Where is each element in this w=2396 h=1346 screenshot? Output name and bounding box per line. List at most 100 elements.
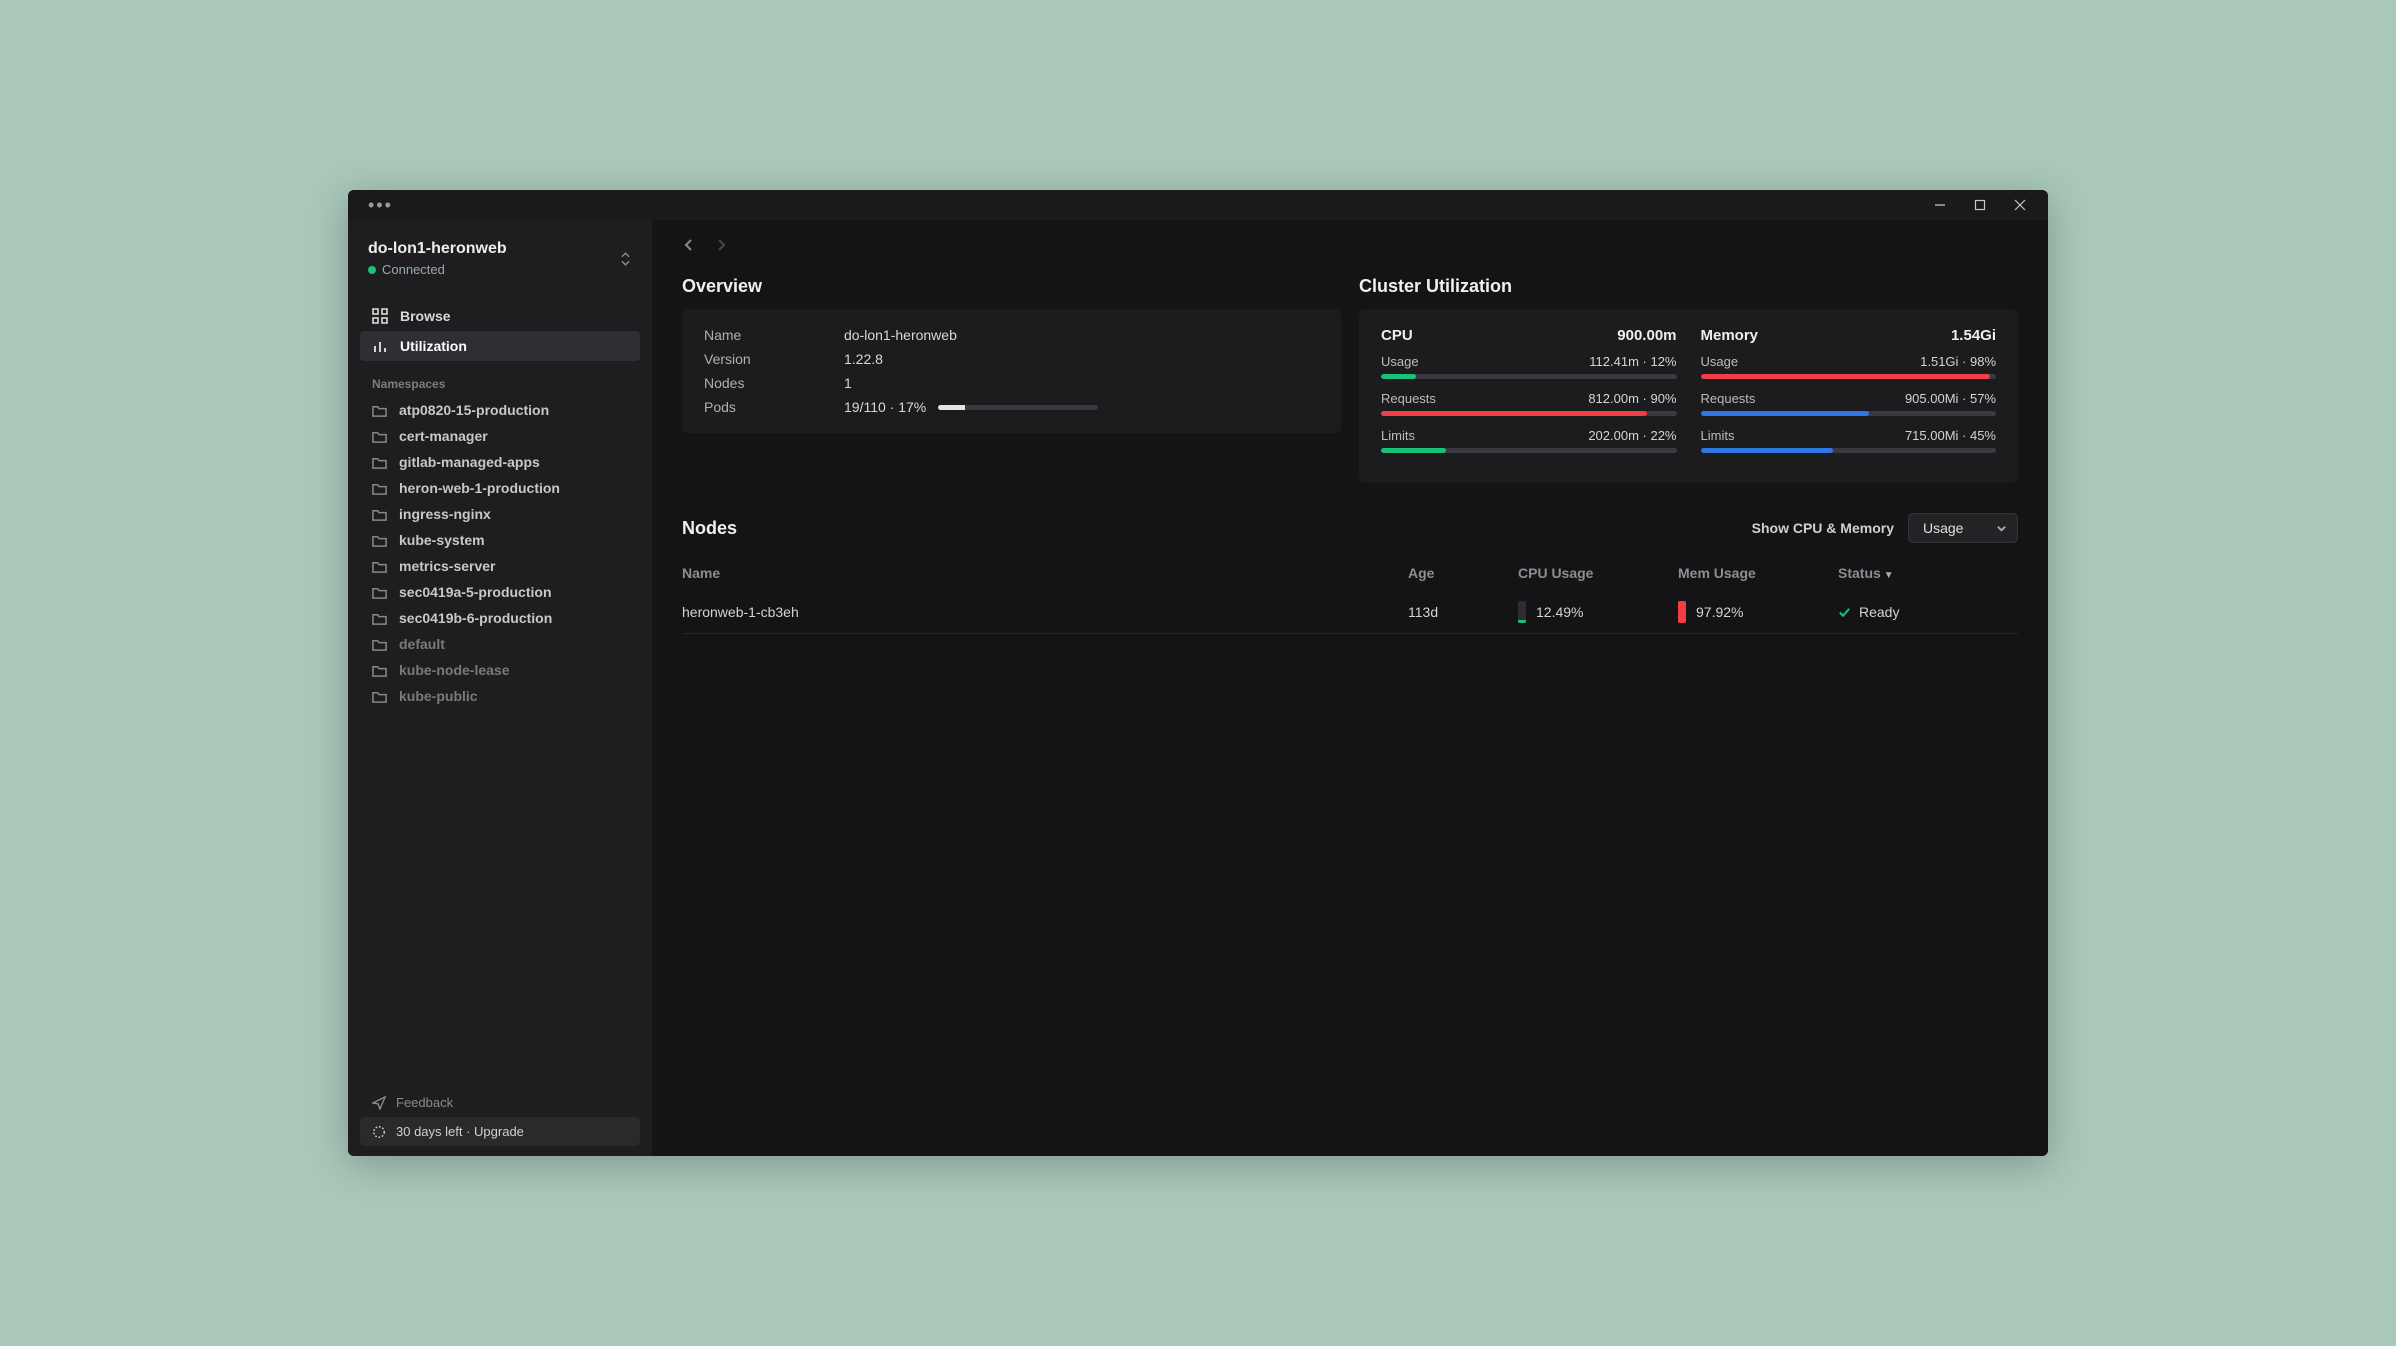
folder-icon bbox=[372, 481, 387, 496]
grid-icon bbox=[372, 308, 388, 324]
usage-dropdown[interactable]: Usage bbox=[1908, 513, 2018, 543]
nodes-header: Nodes Show CPU & Memory Usage bbox=[682, 513, 2018, 543]
cluster-utilization-panel: Cluster Utilization CPU 900.00m Usa bbox=[1359, 276, 2018, 483]
sparkle-icon bbox=[372, 1125, 386, 1139]
cluster-util-title: Cluster Utilization bbox=[1359, 276, 2018, 297]
folder-icon bbox=[372, 585, 387, 600]
sidebar: do-lon1-heronweb Connected bbox=[348, 220, 652, 1156]
memory-total: 1.54Gi bbox=[1951, 327, 1996, 344]
namespace-item[interactable]: kube-system bbox=[360, 527, 640, 553]
namespace-label: atp0820-15-production bbox=[399, 402, 549, 418]
chevron-updown-icon bbox=[618, 250, 632, 268]
nav-back-button[interactable] bbox=[682, 238, 696, 252]
cluster-status: Connected bbox=[368, 262, 507, 277]
namespace-item[interactable]: sec0419b-6-production bbox=[360, 605, 640, 631]
memory-column: Memory 1.54Gi Usage 1.51Gi · 98% bbox=[1701, 327, 1997, 465]
status-dot-icon bbox=[368, 266, 376, 274]
close-icon bbox=[2014, 199, 2026, 211]
show-cpu-mem-label: Show CPU & Memory bbox=[1752, 520, 1894, 536]
namespace-list: atp0820-15-production cert-manager gitla… bbox=[360, 397, 640, 709]
col-status[interactable]: Status▼ bbox=[1838, 565, 2018, 581]
check-icon bbox=[1838, 606, 1851, 619]
namespace-label: ingress-nginx bbox=[399, 506, 491, 522]
namespace-label: heron-web-1-production bbox=[399, 480, 560, 496]
paper-plane-icon bbox=[372, 1096, 386, 1110]
folder-icon bbox=[372, 455, 387, 470]
folder-icon bbox=[372, 689, 387, 704]
namespace-label: metrics-server bbox=[399, 558, 496, 574]
cluster-name: do-lon1-heronweb bbox=[368, 240, 507, 258]
folder-icon bbox=[372, 507, 387, 522]
window-maximize-button[interactable] bbox=[1960, 190, 2000, 220]
overview-version-value: 1.22.8 bbox=[844, 351, 1319, 367]
bar-chart-icon bbox=[372, 338, 388, 354]
folder-icon bbox=[372, 429, 387, 444]
folder-icon bbox=[372, 533, 387, 548]
sidebar-item-utilization[interactable]: Utilization bbox=[360, 331, 640, 361]
namespace-item[interactable]: sec0419a-5-production bbox=[360, 579, 640, 605]
minimize-icon bbox=[1934, 199, 1946, 211]
cluster-switcher[interactable]: do-lon1-heronweb Connected bbox=[360, 232, 640, 291]
overview-nodes-value: 1 bbox=[844, 375, 1319, 391]
namespace-item[interactable]: atp0820-15-production bbox=[360, 397, 640, 423]
chevron-down-icon bbox=[1996, 523, 2007, 534]
folder-icon bbox=[372, 663, 387, 678]
namespace-label: kube-node-lease bbox=[399, 662, 509, 678]
nodes-table-body: heronweb-1-cb3eh 113d 12.49% 97.92% Read… bbox=[682, 591, 2018, 634]
namespaces-label: Namespaces bbox=[360, 361, 640, 397]
mem-requests-row: Requests 905.00Mi · 57% bbox=[1701, 391, 1997, 416]
feedback-link[interactable]: Feedback bbox=[360, 1088, 640, 1117]
col-name[interactable]: Name bbox=[682, 565, 1398, 581]
cpu-limits-row: Limits 202.00m · 22% bbox=[1381, 428, 1677, 453]
app-window: ••• do-lon1-heronweb Connected bbox=[348, 190, 2048, 1156]
node-name: heronweb-1-cb3eh bbox=[682, 604, 1398, 620]
col-age[interactable]: Age bbox=[1408, 565, 1508, 581]
window-close-button[interactable] bbox=[2000, 190, 2040, 220]
pods-progress-bar bbox=[938, 405, 1098, 410]
maximize-icon bbox=[1974, 199, 1986, 211]
namespace-item[interactable]: kube-node-lease bbox=[360, 657, 640, 683]
mem-usage-row: Usage 1.51Gi · 98% bbox=[1701, 354, 1997, 379]
cpu-column: CPU 900.00m Usage 112.41m · 12% bbox=[1381, 327, 1677, 465]
sidebar-item-browse[interactable]: Browse bbox=[360, 301, 640, 331]
mem-limits-row: Limits 715.00Mi · 45% bbox=[1701, 428, 1997, 453]
sort-caret-icon: ▼ bbox=[1884, 570, 1894, 581]
namespace-item[interactable]: heron-web-1-production bbox=[360, 475, 640, 501]
upgrade-banner[interactable]: 30 days left · Upgrade bbox=[360, 1117, 640, 1146]
main-content: Overview Name do-lon1-heronweb Version 1… bbox=[652, 220, 2048, 1156]
cpu-requests-row: Requests 812.00m · 90% bbox=[1381, 391, 1677, 416]
node-cpu-usage: 12.49% bbox=[1518, 601, 1668, 623]
namespace-item[interactable]: cert-manager bbox=[360, 423, 640, 449]
namespace-item[interactable]: metrics-server bbox=[360, 553, 640, 579]
node-status: Ready bbox=[1838, 604, 2018, 620]
titlebar: ••• bbox=[348, 190, 2048, 220]
window-minimize-button[interactable] bbox=[1920, 190, 1960, 220]
namespace-label: cert-manager bbox=[399, 428, 488, 444]
namespace-item[interactable]: ingress-nginx bbox=[360, 501, 640, 527]
node-row[interactable]: heronweb-1-cb3eh 113d 12.49% 97.92% Read… bbox=[682, 591, 2018, 634]
node-age: 113d bbox=[1408, 604, 1508, 620]
app-menu-button[interactable]: ••• bbox=[368, 195, 393, 216]
folder-icon bbox=[372, 403, 387, 418]
cpu-usage-row: Usage 112.41m · 12% bbox=[1381, 354, 1677, 379]
namespace-label: kube-system bbox=[399, 532, 485, 548]
namespace-item[interactable]: default bbox=[360, 631, 640, 657]
node-mem-usage: 97.92% bbox=[1678, 601, 1828, 623]
namespace-item[interactable]: kube-public bbox=[360, 683, 640, 709]
nodes-title: Nodes bbox=[682, 518, 737, 539]
namespace-label: gitlab-managed-apps bbox=[399, 454, 540, 470]
folder-icon bbox=[372, 637, 387, 652]
overview-panel: Overview Name do-lon1-heronweb Version 1… bbox=[682, 276, 1341, 483]
folder-icon bbox=[372, 559, 387, 574]
cpu-total: 900.00m bbox=[1617, 327, 1676, 344]
namespace-label: default bbox=[399, 636, 445, 652]
col-cpu[interactable]: CPU Usage bbox=[1518, 565, 1668, 581]
folder-icon bbox=[372, 611, 387, 626]
nav-forward-button[interactable] bbox=[714, 238, 728, 252]
namespace-label: kube-public bbox=[399, 688, 478, 704]
namespace-item[interactable]: gitlab-managed-apps bbox=[360, 449, 640, 475]
col-mem[interactable]: Mem Usage bbox=[1678, 565, 1828, 581]
namespace-label: sec0419a-5-production bbox=[399, 584, 552, 600]
nav-history bbox=[682, 238, 2018, 252]
overview-title: Overview bbox=[682, 276, 1341, 297]
